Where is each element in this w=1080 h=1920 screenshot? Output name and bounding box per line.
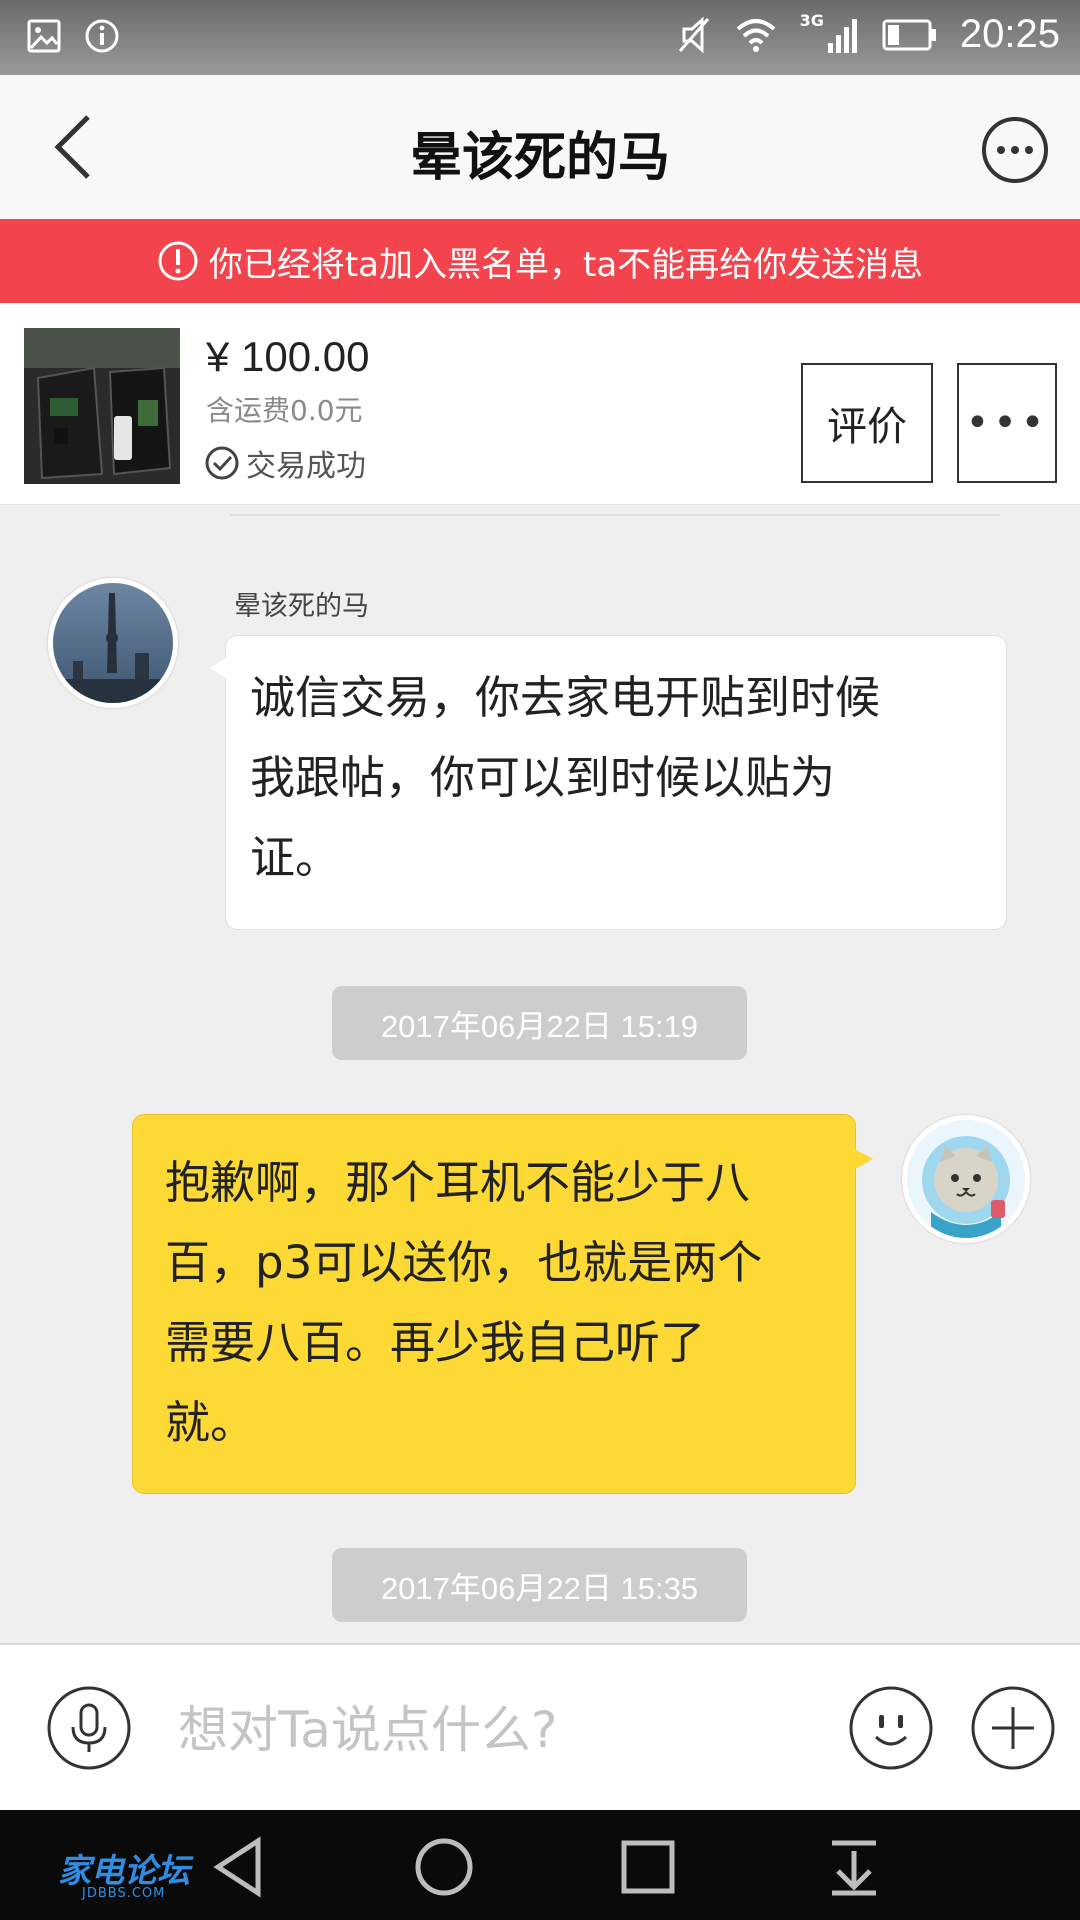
- nav-recents-button[interactable]: [616, 1835, 680, 1899]
- watermark-subtitle: JDBBS.COM: [82, 1886, 166, 1901]
- nav-recents-icon: [621, 1840, 675, 1894]
- sender-name: 晕该死的马: [234, 591, 369, 622]
- clock: 20:25: [959, 12, 1060, 56]
- emoji-button[interactable]: [848, 1685, 934, 1771]
- product-more-button[interactable]: •••: [957, 363, 1057, 483]
- alert-icon: [158, 241, 198, 281]
- nav-dropdown-icon: [832, 1840, 876, 1896]
- mute-icon: [678, 16, 709, 53]
- message-bubble-outgoing[interactable]: 抱歉啊，那个耳机不能少于八 百，p3可以送你，也就是两个 需要八百。再少我自己听…: [132, 1114, 873, 1494]
- nav-home-icon: [415, 1838, 473, 1896]
- battery-icon: [882, 19, 936, 50]
- my-avatar[interactable]: [902, 1115, 1030, 1243]
- product-image[interactable]: [24, 328, 180, 484]
- info-icon: [85, 19, 119, 53]
- message-text: 诚信交易，你去家电开贴到时候 我跟帖，你可以到时候以贴为 证。: [250, 671, 881, 884]
- more-options-button[interactable]: [980, 115, 1050, 185]
- nav-home-button[interactable]: [412, 1835, 476, 1899]
- microphone-icon: [47, 1686, 131, 1770]
- page-title: 晕该死的马: [409, 128, 670, 188]
- message-bubble-incoming[interactable]: 诚信交易，你去家电开贴到时候 我跟帖，你可以到时候以贴为 证。: [210, 635, 1007, 930]
- avatar-photo: [53, 583, 173, 703]
- status-bar: 3G 20:25: [0, 0, 1080, 75]
- more-icon: [982, 117, 1048, 183]
- forum-watermark: 家电论坛 JDBBS.COM: [8, 1854, 190, 1900]
- watermark-title: 家电论坛: [58, 1851, 190, 1890]
- timestamp: 2017年06月22日 15:35: [332, 1548, 747, 1622]
- product-price: ¥ 100.00: [206, 333, 370, 380]
- chat-input-bar: [0, 1643, 1080, 1810]
- product-card[interactable]: ¥ 100.00 含运费0.0元 交易成功 评价 •••: [0, 303, 1080, 505]
- network-type: 3G: [799, 11, 824, 30]
- nav-back-icon: [213, 1836, 261, 1898]
- shipping-fee: 含运费0.0元: [206, 394, 363, 427]
- add-attachment-button[interactable]: [970, 1685, 1056, 1771]
- blacklist-banner: 你已经将ta加入黑名单，ta不能再给你发送消息: [0, 219, 1080, 303]
- system-nav-bar: 家电论坛 JDBBS.COM: [0, 1810, 1080, 1920]
- divider: [230, 514, 1000, 516]
- title-bar: 晕该死的马: [0, 75, 1080, 219]
- wifi-icon: [736, 18, 775, 52]
- plus-icon: [971, 1686, 1055, 1770]
- check-circle-icon: [205, 446, 239, 480]
- contact-avatar[interactable]: [48, 578, 178, 708]
- message-text: 抱歉啊，那个耳机不能少于八 百，p3可以送你，也就是两个 需要八百。再少我自己听…: [165, 1156, 763, 1449]
- voice-button[interactable]: [46, 1685, 132, 1771]
- banner-text: 你已经将ta加入黑名单，ta不能再给你发送消息: [208, 244, 924, 285]
- cat-astronaut-avatar: [907, 1120, 1025, 1238]
- signal-icon: [827, 18, 857, 53]
- rate-button[interactable]: 评价: [801, 363, 933, 483]
- emoji-icon: [849, 1686, 933, 1770]
- trade-status: 交易成功: [204, 441, 366, 485]
- message-input[interactable]: [178, 1695, 818, 1765]
- nav-back-button[interactable]: [208, 1835, 272, 1899]
- trade-status-label: 交易成功: [246, 449, 366, 484]
- nav-dropdown-button[interactable]: [822, 1835, 886, 1899]
- timestamp: 2017年06月22日 15:19: [332, 986, 747, 1060]
- gallery-icon: [27, 19, 61, 53]
